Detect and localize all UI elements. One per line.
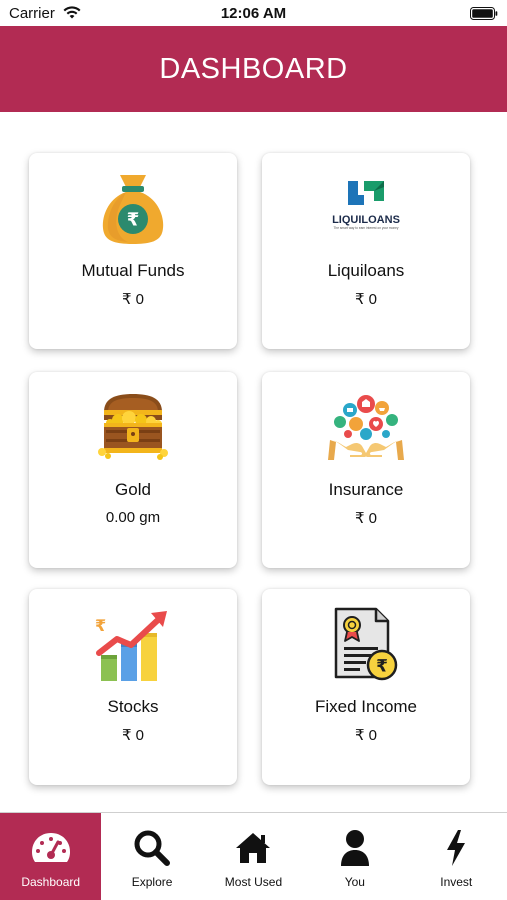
- tab-you[interactable]: You: [304, 813, 405, 900]
- card-gold[interactable]: Gold 0.00 gm: [29, 372, 237, 568]
- card-label: Fixed Income: [314, 697, 418, 716]
- card-label: Gold: [115, 480, 151, 499]
- page-title: DASHBOARD: [159, 52, 348, 85]
- tab-label: Invest: [440, 875, 473, 889]
- clock: 12:06 AM: [220, 5, 287, 22]
- svg-text:₹: ₹: [95, 616, 106, 635]
- tab-dashboard[interactable]: Dashboard: [0, 813, 102, 900]
- tab-invest[interactable]: Invest: [406, 813, 507, 900]
- lightning-icon: [447, 830, 466, 866]
- card-label: Stocks: [107, 697, 159, 716]
- insurance-hands-icon: [328, 395, 404, 460]
- tab-label: Dashboard: [21, 875, 81, 889]
- card-label: Insurance: [328, 480, 404, 499]
- card-value: ₹ 0: [121, 291, 145, 308]
- certificate-icon: ₹: [334, 607, 398, 681]
- card-liquiloans[interactable]: LIQUILOANS The smart way to earn interes…: [262, 153, 470, 349]
- liquiloans-logo: LIQUILOANS The smart way to earn interes…: [332, 181, 400, 230]
- card-value: ₹ 0: [121, 727, 145, 744]
- app-header: DASHBOARD: [0, 26, 507, 112]
- svg-text:₹: ₹: [376, 657, 388, 677]
- bottom-tab-bar: Dashboard Explore Most Used You Invest: [0, 812, 507, 900]
- search-icon: [134, 830, 171, 866]
- treasure-chest-icon: [98, 394, 168, 460]
- card-value: ₹ 0: [354, 291, 378, 308]
- money-bag-icon: ₹: [102, 175, 164, 244]
- tab-most-used[interactable]: Most Used: [203, 813, 304, 900]
- card-fixed-income[interactable]: ₹ Fixed Income ₹ 0: [262, 589, 470, 785]
- tab-label: You: [344, 875, 365, 889]
- card-mutual-funds[interactable]: ₹ Mutual Funds ₹ 0: [29, 153, 237, 349]
- card-value: ₹ 0: [354, 727, 378, 744]
- tab-explore[interactable]: Explore: [101, 813, 202, 900]
- card-value: ₹ 0: [354, 510, 378, 527]
- status-bar: Carrier 12:06 AM: [0, 0, 507, 26]
- svg-text:The smart way to earn interest: The smart way to earn interest on your m…: [333, 226, 398, 230]
- card-insurance[interactable]: Insurance ₹ 0: [262, 372, 470, 568]
- card-label: Mutual Funds: [81, 261, 185, 280]
- tab-label: Most Used: [224, 875, 283, 889]
- user-icon: [340, 830, 369, 866]
- card-value: 0.00 gm: [105, 509, 161, 526]
- stocks-chart-icon: ₹: [95, 611, 167, 681]
- svg-text:₹: ₹: [127, 210, 140, 231]
- battery-icon: [470, 7, 498, 20]
- svg-text:LIQUILOANS: LIQUILOANS: [332, 214, 400, 226]
- card-label: Liquiloans: [327, 261, 405, 280]
- home-icon: [236, 833, 271, 863]
- tab-label: Explore: [131, 875, 173, 889]
- speedometer-icon: [31, 833, 70, 862]
- card-stocks[interactable]: ₹ Stocks ₹ 0: [29, 589, 237, 785]
